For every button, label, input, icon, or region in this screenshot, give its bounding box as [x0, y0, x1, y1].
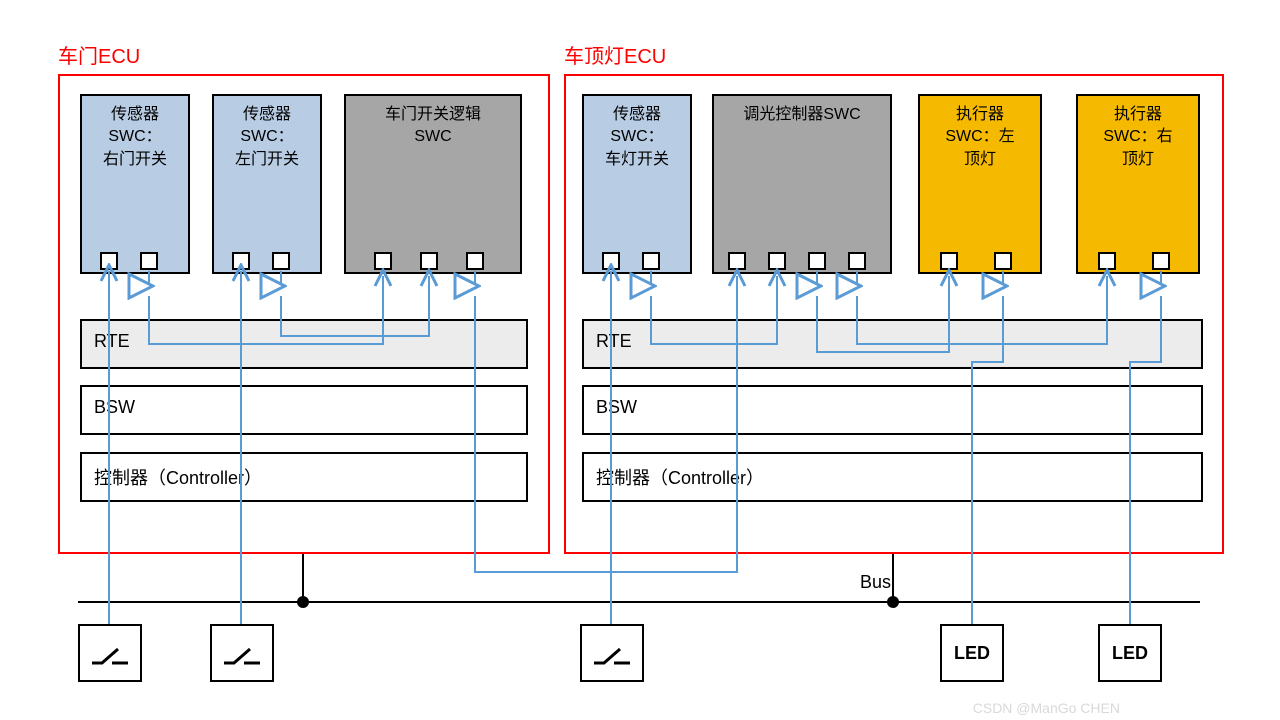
switch-icon: [222, 641, 262, 665]
port: [848, 252, 866, 270]
swc-right-door: 传感器 SWC： 右门开关: [80, 94, 190, 274]
swc-right-lamp: 执行器 SWC：右 顶灯: [1076, 94, 1200, 274]
port: [232, 252, 250, 270]
ecu1-rte: RTE: [80, 319, 528, 369]
port: [140, 252, 158, 270]
switch-icon: [90, 641, 130, 665]
ecu1-controller: 控制器（Controller）: [80, 452, 528, 502]
port: [728, 252, 746, 270]
led-device-1: LED: [940, 624, 1004, 682]
ecu2-bsw: BSW: [582, 385, 1203, 435]
led-device-2: LED: [1098, 624, 1162, 682]
port: [420, 252, 438, 270]
swc-lamp-switch: 传感器 SWC： 车灯开关: [582, 94, 692, 274]
port: [808, 252, 826, 270]
port: [768, 252, 786, 270]
port: [940, 252, 958, 270]
swc-left-door: 传感器 SWC： 左门开关: [212, 94, 322, 274]
swc-left-lamp: 执行器 SWC：左 顶灯: [918, 94, 1042, 274]
port: [100, 252, 118, 270]
switch-device-3: [580, 624, 644, 682]
ecu2-controller: 控制器（Controller）: [582, 452, 1203, 502]
port: [642, 252, 660, 270]
port: [1152, 252, 1170, 270]
switch-device-2: [210, 624, 274, 682]
bus-label: Bus: [860, 572, 891, 593]
swc-dimmer: 调光控制器SWC: [712, 94, 892, 274]
port: [602, 252, 620, 270]
ecu1-title: 车门ECU: [58, 40, 140, 69]
ecu1-bsw: BSW: [80, 385, 528, 435]
switch-icon: [592, 641, 632, 665]
watermark: CSDN @ManGo CHEN: [973, 700, 1120, 716]
port: [1098, 252, 1116, 270]
swc-door-logic: 车门开关逻辑 SWC: [344, 94, 522, 274]
switch-device-1: [78, 624, 142, 682]
ecu2-title: 车顶灯ECU: [564, 40, 666, 69]
port: [994, 252, 1012, 270]
port: [466, 252, 484, 270]
ecu2-rte: RTE: [582, 319, 1203, 369]
port: [374, 252, 392, 270]
port: [272, 252, 290, 270]
